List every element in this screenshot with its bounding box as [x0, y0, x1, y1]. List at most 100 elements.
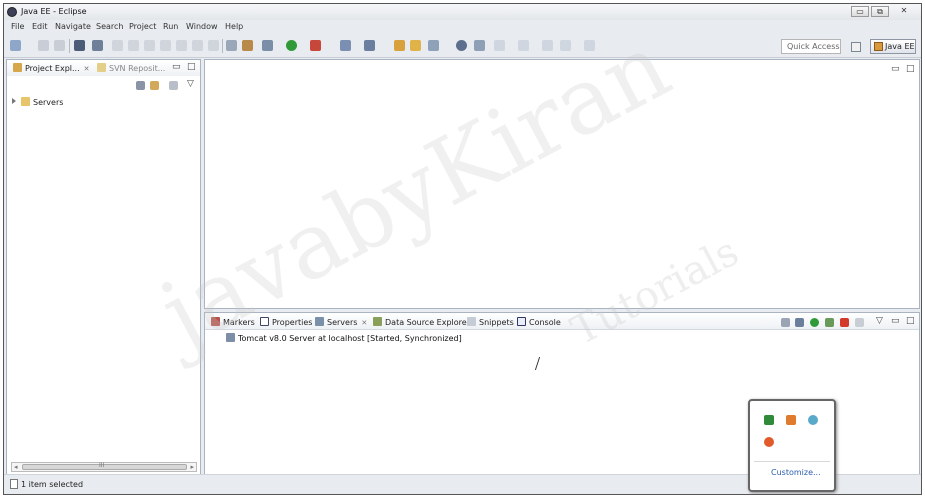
new-icon[interactable] — [10, 40, 21, 51]
maximize-view-icon[interactable]: □ — [187, 62, 196, 72]
collapse-all-icon[interactable] — [136, 81, 145, 90]
tab-snippets[interactable]: Snippets — [467, 317, 514, 327]
tab-servers[interactable]: Servers ✕ — [315, 317, 367, 327]
resume-icon[interactable] — [112, 40, 123, 51]
close-button[interactable]: ✕ — [891, 6, 917, 17]
save-icon[interactable] — [38, 40, 49, 51]
title-bar: Java EE - Eclipse ▭ ⧉ ✕ — [4, 4, 921, 20]
suspend-icon[interactable] — [128, 40, 139, 51]
tab-project-explorer[interactable]: Project Expl... ✕ — [13, 63, 90, 73]
start-server-icon[interactable] — [810, 318, 819, 327]
data-source-explorer-icon[interactable] — [764, 415, 774, 425]
tab-markers[interactable]: Markers — [211, 317, 255, 327]
search-icon[interactable] — [428, 40, 439, 51]
task-list-icon[interactable] — [808, 415, 818, 425]
bottom-pane-tabs: Markers Properties Servers ✕ Data Source … — [205, 313, 919, 330]
markers-icon — [211, 317, 220, 326]
terminate-icon[interactable] — [144, 40, 155, 51]
close-icon[interactable]: ✕ — [361, 319, 367, 327]
servers-icon — [315, 317, 324, 326]
menu-help[interactable]: Help — [225, 22, 243, 31]
maximize-view-icon[interactable]: □ — [906, 316, 915, 326]
perspective-java-ee-button[interactable]: Java EE — [870, 39, 916, 54]
new-server-icon[interactable] — [340, 40, 351, 51]
svn-repository-icon — [97, 63, 106, 72]
next-annotation-icon[interactable] — [494, 40, 505, 51]
step-into-icon[interactable] — [176, 40, 187, 51]
menu-project[interactable]: Project — [129, 22, 156, 31]
view-menu-icon[interactable]: ▽ — [187, 79, 194, 89]
project-explorer-pane: Project Expl... ✕ SVN Reposit... ▭ □ ▽ Se… — [6, 59, 201, 475]
external-tools-icon[interactable] — [310, 40, 321, 51]
skip-breakpoints-icon[interactable] — [92, 40, 103, 51]
horizontal-scrollbar[interactable]: ◂ III ▸ — [11, 462, 197, 472]
debug-icon[interactable] — [262, 40, 273, 51]
link-with-editor-icon[interactable] — [150, 81, 159, 90]
collapse-all-icon[interactable] — [781, 318, 790, 327]
scroll-left-icon[interactable]: ◂ — [14, 463, 18, 471]
scroll-right-icon[interactable]: ▸ — [190, 463, 194, 471]
publish-icon[interactable] — [855, 318, 864, 327]
restore-button[interactable]: ⧉ — [871, 6, 889, 17]
open-perspective-icon[interactable] — [851, 42, 861, 52]
customize-link[interactable]: Customize... — [771, 468, 821, 477]
minimize-button[interactable]: ▭ — [851, 6, 869, 17]
minimize-view-icon[interactable]: ▭ — [891, 316, 900, 326]
run-icon[interactable] — [286, 40, 297, 51]
disconnect-icon[interactable] — [160, 40, 171, 51]
expand-icon[interactable] — [12, 98, 16, 104]
properties-icon — [260, 317, 269, 326]
new-web-service-icon[interactable] — [364, 40, 375, 51]
minimize-view-icon[interactable]: ▭ — [172, 62, 181, 72]
annotation-icon[interactable] — [474, 40, 485, 51]
use-step-filters-icon[interactable] — [226, 40, 237, 51]
terminal-icon[interactable] — [74, 40, 85, 51]
selection-icon — [10, 479, 18, 489]
step-over-icon[interactable] — [192, 40, 203, 51]
scroll-grip: III — [99, 462, 105, 469]
editor-minimize-icon[interactable]: ▭ — [891, 64, 900, 74]
back-icon[interactable] — [560, 40, 571, 51]
status-text: 1 item selected — [21, 480, 84, 489]
view-menu-icon[interactable]: ▽ — [876, 316, 883, 326]
menu-edit[interactable]: Edit — [32, 22, 48, 31]
tab-console[interactable]: Console — [517, 317, 561, 327]
progress-icon[interactable] — [764, 437, 774, 447]
stop-server-icon[interactable] — [840, 318, 849, 327]
menu-search[interactable]: Search — [96, 22, 123, 31]
last-edit-icon[interactable] — [542, 40, 553, 51]
focus-on-active-task-icon[interactable] — [169, 81, 178, 90]
scroll-thumb[interactable]: III — [22, 462, 187, 470]
step-return-icon[interactable] — [208, 40, 219, 51]
console-icon — [517, 317, 526, 326]
server-row-tomcat[interactable]: Tomcat v8.0 Server at localhost [Started… — [226, 333, 462, 343]
forward-icon[interactable] — [584, 40, 595, 51]
menu-window[interactable]: Window — [186, 22, 218, 31]
globe-icon[interactable] — [456, 40, 467, 51]
tree-item-servers[interactable]: Servers — [12, 97, 63, 107]
menu-bar: File Edit Navigate Search Project Run Wi… — [4, 20, 921, 34]
tab-svn-repositories[interactable]: SVN Reposit... — [97, 63, 165, 73]
snippets-view-icon[interactable] — [786, 415, 796, 425]
menu-file[interactable]: File — [11, 22, 24, 31]
open-task-icon[interactable] — [410, 40, 421, 51]
editor-maximize-icon[interactable]: □ — [906, 64, 915, 74]
tab-data-source-explorer[interactable]: Data Source Explorer — [373, 317, 470, 327]
eclipse-window: Java EE - Eclipse ▭ ⧉ ✕ File Edit Naviga… — [3, 3, 922, 495]
debug-server-icon[interactable] — [795, 318, 804, 327]
quick-access-input[interactable]: Quick Access — [781, 39, 841, 54]
ear-icon[interactable] — [242, 40, 253, 51]
eclipse-icon — [7, 7, 17, 17]
tomcat-server-icon — [226, 333, 235, 342]
folder-icon — [21, 97, 30, 106]
close-icon[interactable]: ✕ — [84, 65, 90, 73]
previous-annotation-icon[interactable] — [518, 40, 529, 51]
save-all-icon[interactable] — [54, 40, 65, 51]
profile-server-icon[interactable] — [825, 318, 834, 327]
trim-stack-popup: Customize... — [748, 399, 836, 492]
open-type-icon[interactable] — [394, 40, 405, 51]
menu-navigate[interactable]: Navigate — [55, 22, 91, 31]
window-title: Java EE - Eclipse — [21, 7, 87, 16]
menu-run[interactable]: Run — [163, 22, 178, 31]
tab-properties[interactable]: Properties — [260, 317, 312, 327]
